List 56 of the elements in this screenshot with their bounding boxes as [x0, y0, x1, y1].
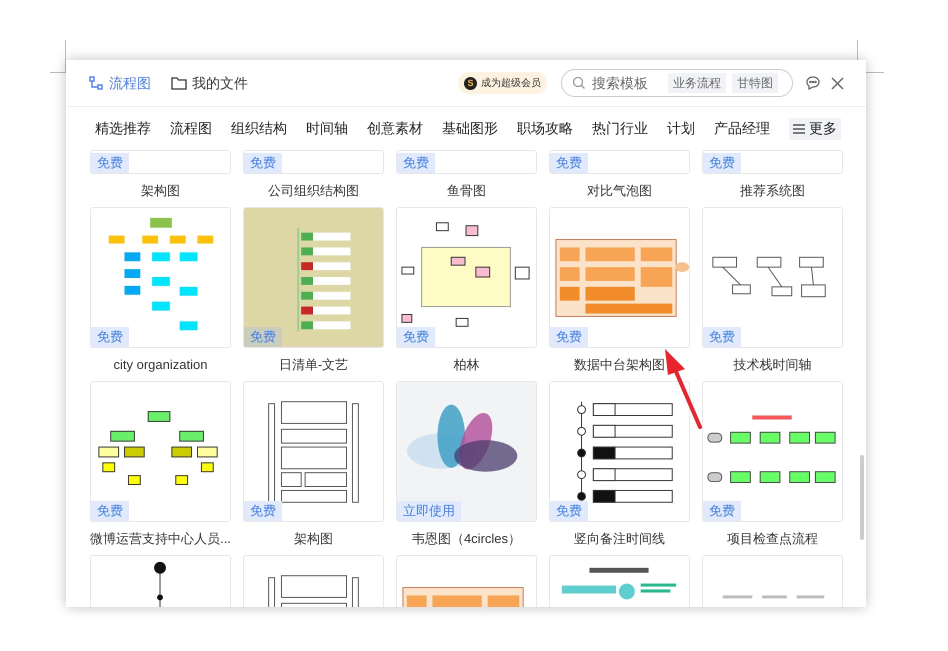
folder-icon — [171, 76, 187, 90]
free-badge: 免费 — [91, 153, 129, 173]
category-tab[interactable]: 热门行业 — [592, 118, 648, 139]
template-title[interactable]: 公司组织结构图 — [268, 174, 359, 207]
template-title[interactable]: 鱼骨图 — [447, 174, 486, 207]
template-title[interactable]: city organization — [114, 348, 208, 381]
category-tab[interactable]: 创意素材 — [367, 118, 423, 139]
category-tab[interactable]: 计划 — [667, 118, 695, 139]
template-title[interactable]: 柏林 — [454, 348, 480, 381]
free-badge: 免费 — [397, 153, 435, 173]
menu-icon — [793, 124, 805, 134]
header-tab[interactable]: 我的文件 — [171, 72, 248, 94]
free-badge: 免费 — [703, 501, 741, 521]
free-badge: 免费 — [550, 153, 588, 173]
template-title[interactable]: 技术栈时间轴 — [734, 348, 812, 381]
free-badge: 免费 — [703, 153, 741, 173]
template-title[interactable]: 日清单-文艺 — [278, 348, 348, 381]
category-tab[interactable]: 产品经理 — [714, 118, 770, 139]
search-suggestion-tag[interactable]: 业务流程 — [668, 73, 726, 93]
template-title[interactable]: 数据中台架构图 — [574, 348, 665, 381]
template-title[interactable]: 架构图 — [141, 174, 180, 207]
free-badge: 免费 — [550, 327, 588, 347]
free-badge: 免费 — [91, 501, 129, 521]
free-badge: 免费 — [397, 327, 435, 347]
category-tab[interactable]: 精选推荐 — [95, 118, 151, 139]
more-button[interactable]: 更多 — [789, 118, 841, 140]
free-badge: 立即使用 — [397, 501, 461, 521]
category-tab[interactable]: 组织结构 — [231, 118, 287, 139]
scrollbar-thumb[interactable] — [860, 455, 864, 540]
free-badge: 免费 — [244, 501, 282, 521]
template-title[interactable]: 微博运营支持中心人员... — [90, 522, 231, 555]
category-tab[interactable]: 职场攻略 — [517, 118, 573, 139]
category-tab[interactable]: 基础图形 — [442, 118, 498, 139]
chat-icon[interactable] — [805, 75, 821, 91]
category-tab[interactable]: 时间轴 — [306, 118, 348, 139]
category-tab[interactable]: 流程图 — [170, 118, 212, 139]
template-title[interactable]: 架构图 — [294, 522, 333, 555]
template-title[interactable]: 对比气泡图 — [587, 174, 652, 207]
free-badge: 免费 — [244, 153, 282, 173]
free-badge: 免费 — [91, 327, 129, 347]
template-preview-drawing — [154, 562, 166, 607]
flowchart-icon — [88, 75, 104, 91]
header-tab[interactable]: 流程图 — [88, 72, 151, 94]
search-field[interactable]: 搜索模板 业务流程 甘特图 — [561, 69, 793, 97]
close-icon[interactable] — [831, 76, 844, 90]
free-badge: 免费 — [703, 327, 741, 347]
template-title[interactable]: 韦恩图（4circles） — [412, 522, 522, 555]
search-icon — [572, 76, 586, 90]
vip-button[interactable]: S 成为超级会员 — [458, 72, 547, 94]
vip-icon: S — [464, 76, 477, 90]
search-suggestion-tag[interactable]: 甘特图 — [732, 73, 778, 93]
free-badge: 免费 — [550, 501, 588, 521]
template-title[interactable]: 项目检查点流程 — [727, 522, 818, 555]
template-title[interactable]: 竖向备注时间线 — [574, 522, 665, 555]
free-badge: 免费 — [244, 327, 282, 347]
template-title[interactable]: 推荐系统图 — [740, 174, 805, 207]
